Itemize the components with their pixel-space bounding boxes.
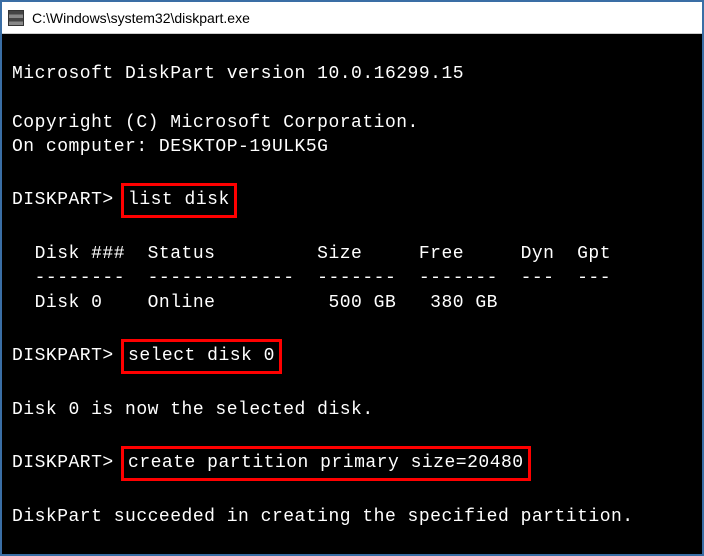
disk-table-row: Disk 0 Online 500 GB 380 GB <box>12 293 498 313</box>
select-disk-message: Disk 0 is now the selected disk. <box>12 400 374 420</box>
diskpart-window: C:\Windows\system32\diskpart.exe Microso… <box>0 0 704 556</box>
command-list-disk: list disk <box>121 183 237 217</box>
disk-table-divider: -------- ------------- ------- ------- -… <box>12 268 611 288</box>
app-icon <box>8 10 24 26</box>
prompt: DISKPART> <box>12 190 114 210</box>
computer-line: On computer: DESKTOP-19ULK5G <box>12 137 328 157</box>
command-create-partition: create partition primary size=20480 <box>121 446 531 480</box>
titlebar[interactable]: C:\Windows\system32\diskpart.exe <box>2 2 702 34</box>
titlebar-path: C:\Windows\system32\diskpart.exe <box>32 10 250 26</box>
prompt: DISKPART> <box>12 346 114 366</box>
copyright-line: Copyright (C) Microsoft Corporation. <box>12 113 419 133</box>
terminal-output[interactable]: Microsoft DiskPart version 10.0.16299.15… <box>2 34 702 554</box>
disk-table-header: Disk ### Status Size Free Dyn Gpt <box>12 244 611 264</box>
prompt: DISKPART> <box>12 453 114 473</box>
command-select-disk: select disk 0 <box>121 339 282 373</box>
create-partition-message: DiskPart succeeded in creating the speci… <box>12 507 634 527</box>
version-line: Microsoft DiskPart version 10.0.16299.15 <box>12 64 464 84</box>
